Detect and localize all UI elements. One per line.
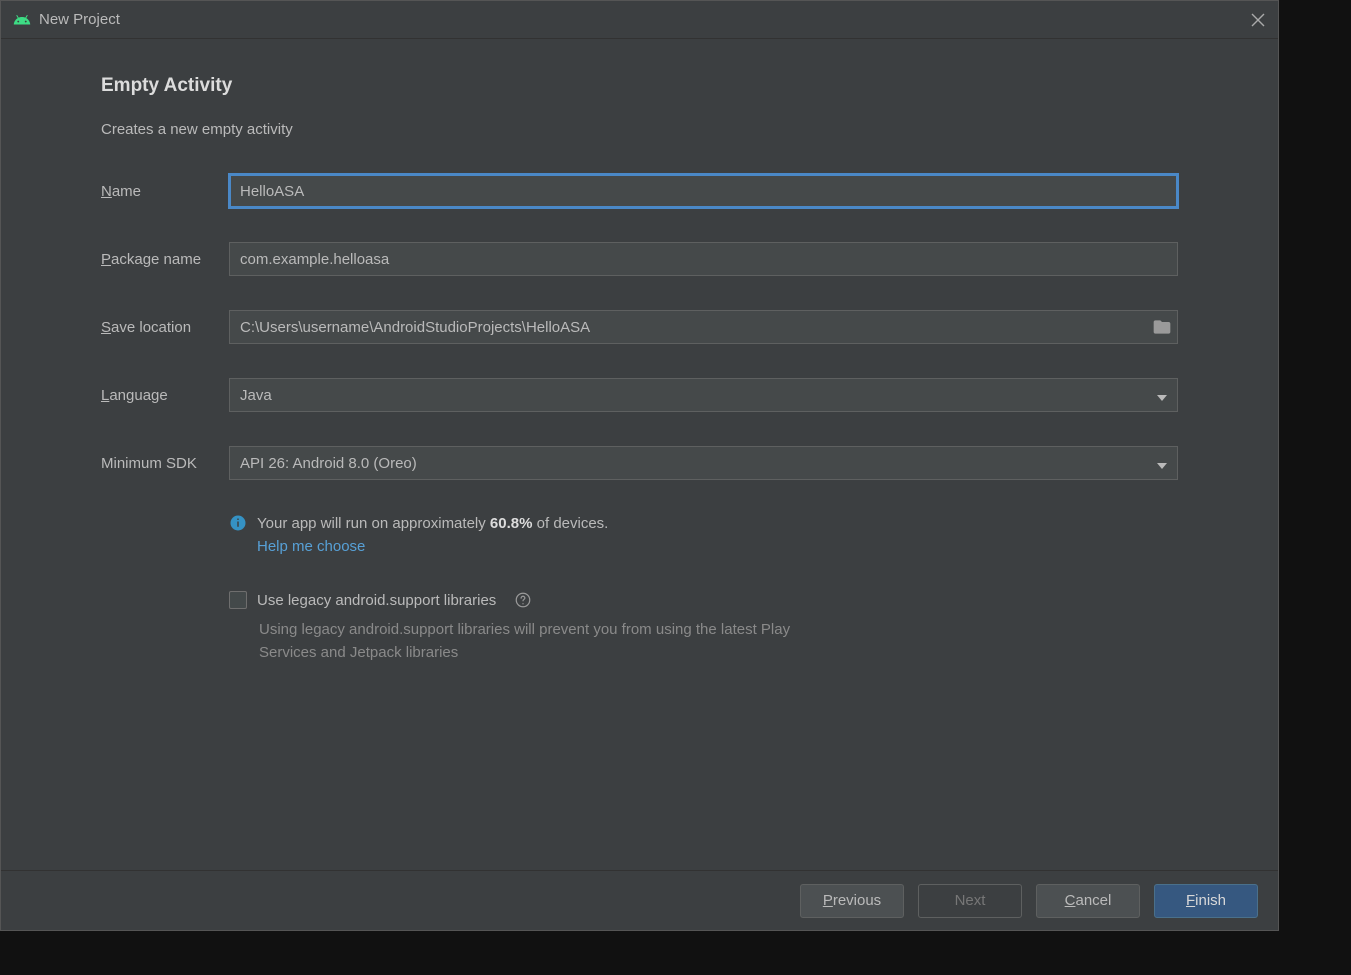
label-language: Language [101,387,229,404]
chevron-down-icon [1157,458,1167,468]
info-icon [229,514,247,532]
help-me-choose-link[interactable]: Help me choose [257,538,365,555]
dialog-content: Empty Activity Creates a new empty activ… [1,39,1278,870]
window-title: New Project [39,11,1250,28]
next-button: Next [918,884,1022,918]
device-coverage-info: Your app will run on approximately 60.8%… [229,514,1178,555]
legacy-support-description: Using legacy android.support libraries w… [259,619,799,664]
dialog-footer: Previous Next Cancel Finish [1,870,1278,930]
close-icon[interactable] [1250,12,1266,28]
row-name: Name [101,174,1178,208]
titlebar: New Project [1,1,1278,39]
row-package: Package name [101,242,1178,276]
cancel-button[interactable]: Cancel [1036,884,1140,918]
android-icon [13,11,31,29]
page-heading: Empty Activity [101,75,1178,97]
label-min-sdk: Minimum SDK [101,455,229,472]
min-sdk-value: API 26: Android 8.0 (Oreo) [240,455,417,472]
name-input[interactable] [229,174,1178,208]
legacy-block: Use legacy android.support libraries Usi… [229,591,1178,664]
finish-button[interactable]: Finish [1154,884,1258,918]
save-location-input[interactable] [229,310,1178,344]
page-subheading: Creates a new empty activity [101,121,1178,138]
label-name: Name [101,183,229,200]
label-package: Package name [101,251,229,268]
package-name-input[interactable] [229,242,1178,276]
legacy-support-checkbox[interactable] [229,591,247,609]
help-icon[interactable] [514,591,532,609]
language-select[interactable]: Java [229,378,1178,412]
browse-folder-icon[interactable] [1152,318,1172,336]
row-min-sdk: Minimum SDK API 26: Android 8.0 (Oreo) [101,446,1178,480]
language-value: Java [240,387,272,404]
label-save-location: Save location [101,319,229,336]
min-sdk-select[interactable]: API 26: Android 8.0 (Oreo) [229,446,1178,480]
coverage-text: Your app will run on approximately 60.8%… [257,515,608,532]
previous-button[interactable]: Previous [800,884,904,918]
new-project-dialog: New Project Empty Activity Creates a new… [0,0,1279,931]
chevron-down-icon [1157,390,1167,400]
row-language: Language Java [101,378,1178,412]
legacy-support-label: Use legacy android.support libraries [257,592,496,609]
row-save-location: Save location [101,310,1178,344]
